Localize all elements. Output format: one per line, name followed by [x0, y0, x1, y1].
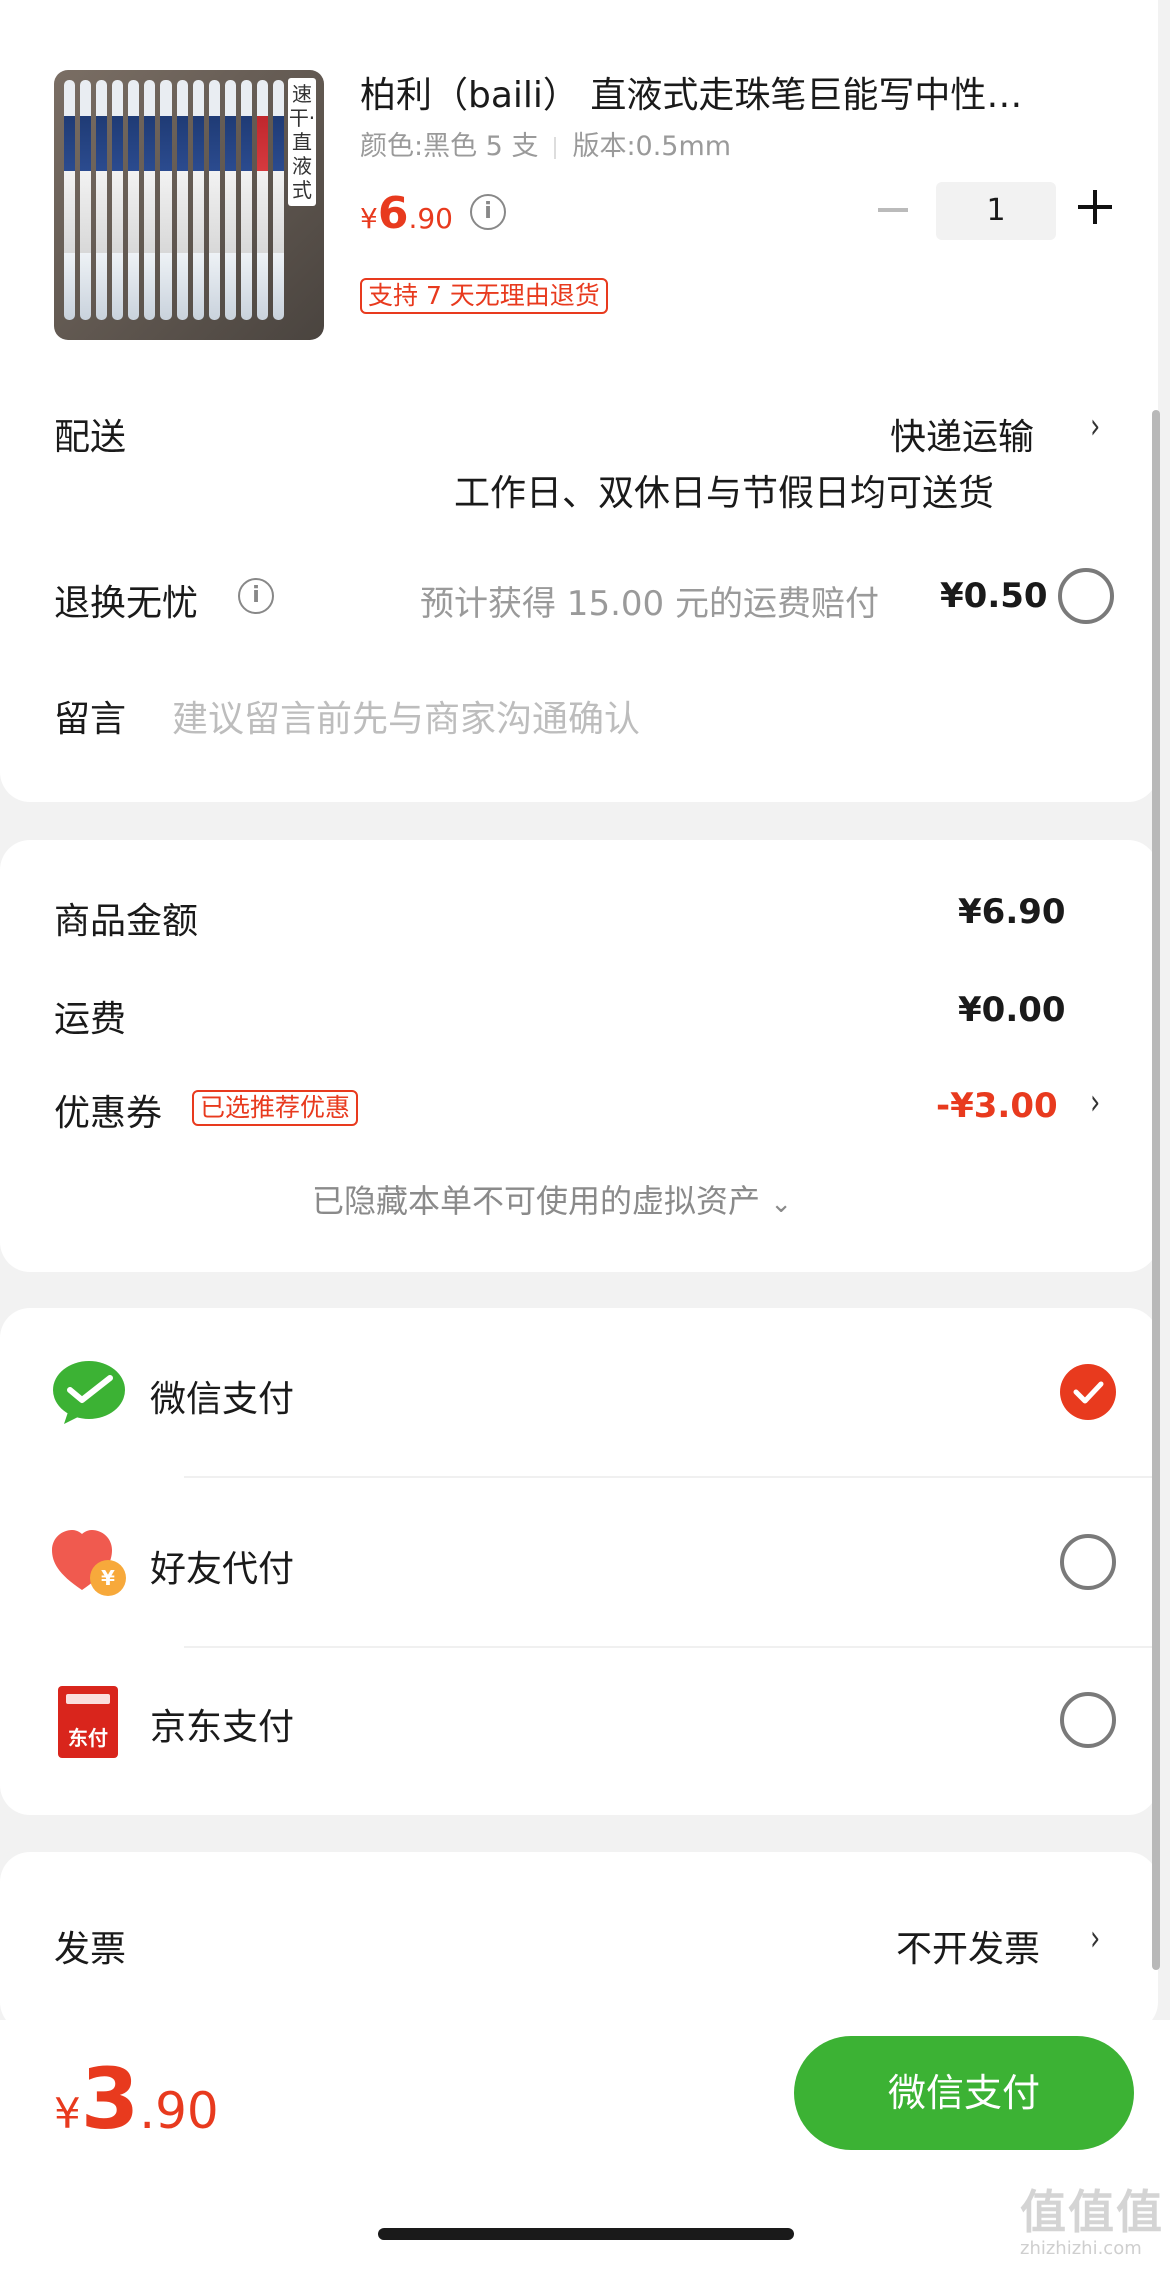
payment-option-friend[interactable]: ¥ 好友代付 — [0, 1478, 1158, 1648]
jd-pay-icon: 东付 — [58, 1686, 118, 1758]
delivery-label: 配送 — [54, 417, 127, 458]
coupon-label: 优惠券 — [54, 1093, 163, 1134]
coupon-value[interactable]: -¥3.00 — [936, 1086, 1058, 1126]
payment-selected-check[interactable] — [1060, 1364, 1116, 1420]
pay-button[interactable]: 微信支付 — [794, 2036, 1134, 2150]
payment-label: 微信支付 — [150, 1379, 295, 1420]
payment-radio[interactable] — [1060, 1534, 1116, 1590]
chevron-right-icon[interactable]: › — [1090, 406, 1100, 447]
product-price: ¥6.90 — [360, 188, 453, 239]
invoice-label: 发票 — [54, 1929, 127, 1970]
product-title[interactable]: 柏利（baili） 直液式走珠笔巨能写中性… — [360, 66, 1100, 118]
price-info-icon[interactable]: i — [470, 194, 506, 230]
payment-method-card: 微信支付 ¥ 好友代付 东付 京东支付 — [0, 1308, 1158, 1815]
payment-option-jd[interactable]: 东付 京东支付 — [0, 1648, 1158, 1815]
chevron-right-icon[interactable]: › — [1090, 1082, 1100, 1123]
return-worry-desc: 预计获得 15.00 元的运费赔付 — [420, 584, 879, 624]
payment-option-wechat[interactable]: 微信支付 — [0, 1308, 1158, 1478]
message-label: 留言 — [54, 699, 127, 740]
quantity-increase-button[interactable] — [1078, 190, 1112, 224]
quantity-input[interactable]: 1 — [936, 182, 1056, 240]
invoice-card[interactable]: 发票 不开发票 › — [0, 1852, 1158, 2032]
product-thumbnail[interactable]: 速干·直液式 — [54, 70, 324, 340]
hidden-assets-text: 已隐藏本单不可使用的虚拟资产 — [312, 1182, 761, 1220]
goods-amount-value: ¥6.90 — [958, 892, 1066, 932]
return-policy-tag: 支持 7 天无理由退货 — [360, 278, 608, 314]
delivery-method[interactable]: 快递运输 — [890, 408, 1034, 460]
spec-version: 版本:0.5mm — [572, 131, 732, 162]
hidden-assets-toggle[interactable]: 已隐藏本单不可使用的虚拟资产 ⌄ — [312, 1176, 792, 1222]
payment-label: 好友代付 — [150, 1549, 295, 1590]
shipping-label: 运费 — [54, 999, 127, 1040]
checkmark-icon — [1073, 1381, 1104, 1404]
total-price: ¥3.90 — [54, 2050, 219, 2148]
quantity-decrease-button[interactable] — [878, 208, 908, 212]
payment-label: 京东支付 — [150, 1707, 295, 1748]
invoice-value[interactable]: 不开发票 — [896, 1920, 1040, 1972]
scrollbar[interactable] — [1152, 410, 1160, 1970]
payment-radio[interactable] — [1060, 1692, 1116, 1748]
home-indicator[interactable] — [378, 2228, 794, 2240]
shipping-value: ¥0.00 — [958, 990, 1066, 1030]
watermark-logo: 值值值 — [1020, 2185, 1164, 2239]
friend-pay-icon: ¥ — [52, 1530, 126, 1596]
spec-separator — [554, 136, 557, 159]
delivery-note: 工作日、双休日与节假日均可送货 — [454, 473, 995, 514]
product-image-tag: 速干·直液式 — [288, 78, 316, 206]
message-input[interactable]: 建议留言前先与商家沟通确认 — [172, 690, 640, 742]
price-summary-card: 商品金额 ¥6.90 运费 ¥0.00 优惠券 已选推荐优惠 -¥3.00 › … — [0, 840, 1158, 1272]
watermark-site: zhizhizhi.com — [1020, 2238, 1142, 2259]
order-item-card: 速干·直液式 柏利（baili） 直液式走珠笔巨能写中性… 颜色:黑色 5 支 版… — [0, 0, 1158, 802]
return-worry-price: ¥0.50 — [940, 576, 1048, 616]
return-worry-label: 退换无忧 — [54, 583, 199, 624]
coupon-recommended-tag: 已选推荐优惠 — [192, 1090, 359, 1126]
wechat-pay-icon — [53, 1361, 125, 1424]
chevron-right-icon[interactable]: › — [1090, 1918, 1100, 1959]
chevron-down-icon: ⌄ — [770, 1189, 792, 1219]
svg-text:¥: ¥ — [101, 1566, 115, 1590]
product-image-pens — [64, 80, 285, 320]
product-spec[interactable]: 颜色:黑色 5 支 版本:0.5mm — [360, 124, 731, 163]
return-worry-info-icon[interactable]: i — [238, 578, 274, 614]
spec-color: 颜色:黑色 5 支 — [360, 131, 539, 162]
return-worry-radio[interactable] — [1058, 568, 1114, 624]
goods-amount-label: 商品金额 — [54, 901, 199, 942]
